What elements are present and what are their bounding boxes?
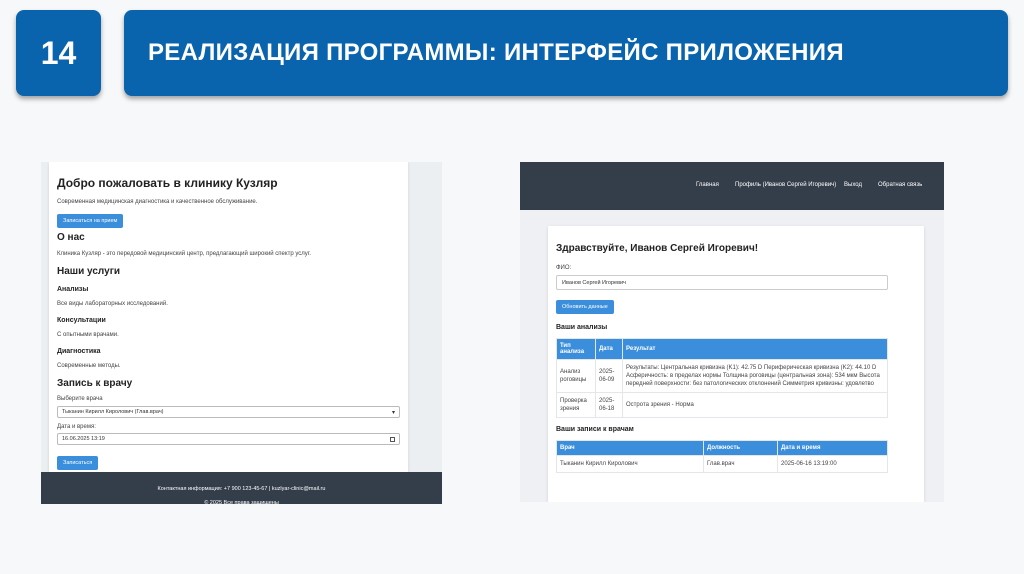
profile-card: Здравствуйте, Иванов Сергей Игоревич! ФИ… [548, 226, 924, 502]
datetime-value: 16.06.2025 13:19 [62, 436, 105, 442]
top-nav: Главная Профиль (Иванов Сергей Игоревич)… [520, 162, 944, 210]
service-desc: С опытными врачами. [57, 332, 119, 338]
column-header: Должность [703, 440, 778, 456]
analyses-title: Ваши анализы [556, 324, 608, 331]
datetime-label: Дата и время: [57, 424, 96, 430]
appointments-table: Врач Должность Дата и время Тыканин Кири… [556, 440, 888, 473]
nav-home[interactable]: Главная [696, 182, 719, 188]
chevron-down-icon: ▾ [391, 409, 395, 416]
service-name: Консультации [57, 317, 106, 324]
doctor-select[interactable]: Тыканин Кирилл Киролович (Глав.врач) ▾ [57, 406, 400, 418]
about-text: Клиника Кузляр - это передовой медицинск… [57, 251, 311, 257]
signup-button[interactable]: Записаться на прием [57, 214, 124, 228]
table-cell: 2025-06-16 13:19:00 [777, 455, 888, 473]
service-name: Диагностика [57, 348, 101, 355]
footer-contacts: Контактная информация: +7 900 123-45-67 … [157, 486, 326, 492]
column-header: Дата и время [777, 440, 888, 456]
nav-feedback[interactable]: Обратная связь [878, 182, 922, 188]
table-cell: Результаты: Центральная кривизна (K1): 4… [622, 359, 888, 393]
table-header-row: Врач Должность Дата и время [556, 440, 888, 456]
datetime-input[interactable]: 16.06.2025 13:19 [57, 433, 400, 445]
profile-page-screenshot: Главная Профиль (Иванов Сергей Игоревич)… [520, 162, 944, 502]
welcome-title: Добро пожаловать в клинику Кузляр [57, 176, 278, 190]
greeting-title: Здравствуйте, Иванов Сергей Игоревич! [556, 243, 759, 254]
footer-copyright: © 2025 Все права защищены [204, 500, 279, 504]
services-title: Наши услуги [57, 266, 121, 277]
fio-label: ФИО: [556, 265, 572, 271]
about-title: О нас [57, 232, 85, 243]
table-row: Тыканин Кирилл Киролович Глав.врач 2025-… [556, 455, 888, 473]
service-desc: Современные методы. [57, 363, 121, 369]
table-cell: Тыканин Кирилл Киролович [556, 455, 704, 473]
table-row: Анализ роговицы 2025-06-09 Результаты: Ц… [556, 359, 888, 393]
welcome-text: Современная медицинская диагностика и ка… [57, 199, 258, 205]
column-header: Тип анализа [556, 338, 596, 360]
table-cell: Острота зрения - Норма [622, 392, 888, 418]
landing-page-screenshot: Добро пожаловать в клинику Кузляр Соврем… [41, 162, 442, 504]
nav-profile[interactable]: Профиль (Иванов Сергей Игоревич) [735, 182, 836, 188]
table-cell: 2025-06-09 [595, 359, 623, 393]
fio-input[interactable]: Иванов Сергей Игоревич [556, 275, 888, 290]
fio-value: Иванов Сергей Игоревич [562, 279, 626, 286]
table-cell: Глав.врач [703, 455, 778, 473]
table-header-row: Тип анализа Дата Результат [556, 338, 888, 360]
slide-number: 14 [16, 10, 101, 96]
column-header: Врач [556, 440, 704, 456]
service-desc: Все виды лабораторных исследований. [57, 301, 168, 307]
column-header: Результат [622, 338, 888, 360]
landing-card: Добро пожаловать в клинику Кузляр Соврем… [49, 162, 408, 472]
appointments-title: Ваши записи к врачам [556, 426, 634, 433]
table-cell: 2025-06-18 [595, 392, 623, 418]
slide-title: РЕАЛИЗАЦИЯ ПРОГРАММЫ: ИНТЕРФЕЙС ПРИЛОЖЕН… [124, 10, 1008, 96]
doctor-label: Выберите врача [57, 396, 103, 402]
service-name: Анализы [57, 286, 89, 293]
update-data-button[interactable]: Обновить данные [556, 300, 614, 314]
doctor-select-value: Тыканин Кирилл Киролович (Глав.врач) [62, 409, 164, 415]
nav-logout[interactable]: Выход [844, 182, 862, 188]
table-row: Проверка зрения 2025-06-18 Острота зрени… [556, 392, 888, 418]
booking-title: Запись к врачу [57, 378, 133, 389]
table-cell: Анализ роговицы [556, 359, 596, 393]
calendar-icon [390, 436, 395, 442]
column-header: Дата [595, 338, 623, 360]
landing-footer: Контактная информация: +7 900 123-45-67 … [41, 472, 442, 504]
submit-booking-button[interactable]: Записаться [57, 456, 99, 470]
analyses-table: Тип анализа Дата Результат Анализ рогови… [556, 338, 888, 418]
table-cell: Проверка зрения [556, 392, 596, 418]
